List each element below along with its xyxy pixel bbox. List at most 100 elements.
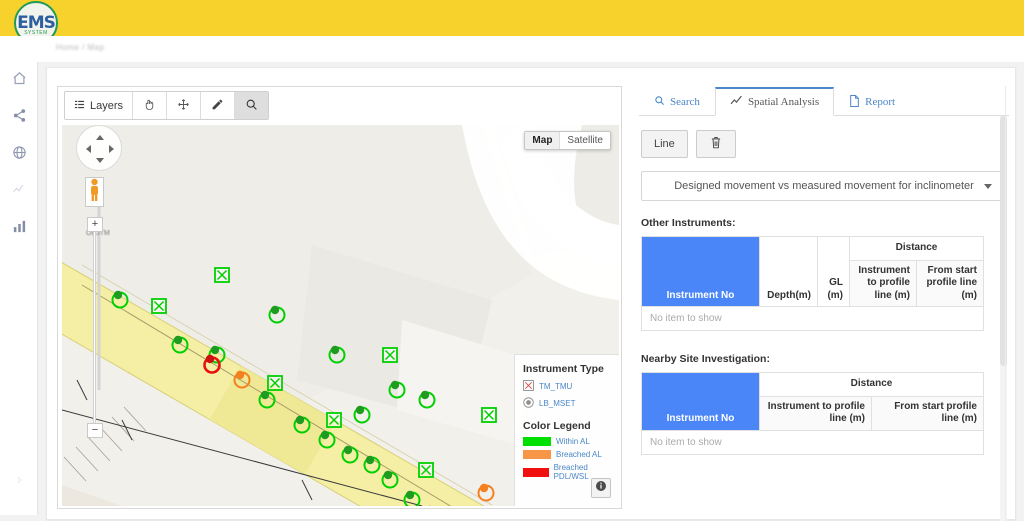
marker-mset-core[interactable] xyxy=(114,291,122,299)
map-canvas[interactable]: Map Satellite xyxy=(62,125,619,506)
nearby-col-group-distance: Distance xyxy=(760,373,984,397)
sidebar-item-network[interactable] xyxy=(0,99,38,136)
share-nodes-icon xyxy=(12,108,27,128)
panel-divider xyxy=(1005,86,1006,521)
trash-icon xyxy=(710,136,722,152)
app-header: EMS SYSTEM xyxy=(0,0,1024,36)
info-circle-icon xyxy=(595,479,607,497)
map-info-button[interactable] xyxy=(591,478,611,498)
tab-search-label: Search xyxy=(670,96,700,108)
marker-mset-core[interactable] xyxy=(261,391,269,399)
marker-mset-core[interactable] xyxy=(384,471,392,479)
nearby-empty-row: No item to show xyxy=(642,430,984,454)
sidebar-item-trend[interactable] xyxy=(0,173,38,210)
panel-tabs: Search Spatial Analysis xyxy=(639,86,1009,116)
pan-tool-button[interactable] xyxy=(167,92,201,119)
tab-report[interactable]: Report xyxy=(834,87,910,116)
zoom-slider-track[interactable] xyxy=(93,232,96,424)
marker-mset-core[interactable] xyxy=(321,431,329,439)
nearby-site-label: Nearby Site Investigation: xyxy=(641,353,1009,365)
sidebar-collapse-toggle[interactable] xyxy=(0,471,38,491)
marker-mset-core[interactable] xyxy=(211,346,219,354)
nearby-site-empty-message: No item to show xyxy=(642,430,984,454)
pan-compass-control[interactable] xyxy=(76,125,122,171)
marker-mset-core[interactable] xyxy=(356,406,364,414)
legend-label-breached-al: Breached AL xyxy=(556,450,602,459)
magnifier-icon xyxy=(245,98,258,114)
line-chart-icon xyxy=(11,182,27,202)
marker-mset-core[interactable] xyxy=(344,446,352,454)
nearby-col-instrument-to-profile-line[interactable]: Instrument to profile line (m) xyxy=(760,396,872,430)
legend-item-tmu: TM_TMU xyxy=(523,380,619,393)
square-x-icon xyxy=(523,380,534,393)
map-panel: Layers xyxy=(57,86,622,509)
map-type-toggle: Map Satellite xyxy=(524,131,611,150)
left-sidebar xyxy=(0,62,38,515)
main-card: Layers xyxy=(46,67,1016,520)
analysis-tool-row: Line xyxy=(641,130,1009,158)
line-chart-icon xyxy=(730,95,743,109)
content-area: Layers xyxy=(38,62,1024,515)
col-depth[interactable]: Depth(m) xyxy=(760,237,818,307)
breadcrumb: Home / Map xyxy=(56,43,105,52)
street-view-pegman-icon xyxy=(88,178,101,207)
col-gl[interactable]: GL (m) xyxy=(818,237,850,307)
line-tool-button[interactable]: Line xyxy=(641,130,688,158)
layers-button[interactable]: Layers xyxy=(65,92,133,119)
marker-mset-core[interactable] xyxy=(296,416,304,424)
col-from-start-profile-line[interactable]: From start profile line (m) xyxy=(917,260,984,307)
legend-label-mset: LB_MSET xyxy=(539,399,575,408)
table-header-group-row: Instrument No Depth(m) GL (m) Distance xyxy=(642,237,984,261)
marker-breached-pdl-core[interactable] xyxy=(206,355,214,363)
color-swatch-orange xyxy=(523,450,551,459)
zoom-out-button[interactable]: − xyxy=(87,423,103,438)
col-instrument-to-profile-line[interactable]: Instrument to profile line (m) xyxy=(850,260,917,307)
other-instruments-label: Other Instruments: xyxy=(641,217,1009,229)
hand-pointer-icon xyxy=(143,98,156,114)
chevron-down-icon xyxy=(984,184,992,189)
layers-label: Layers xyxy=(90,100,123,112)
legend-color-title: Color Legend xyxy=(523,420,619,432)
select-tool-button[interactable] xyxy=(133,92,167,119)
analysis-type-select[interactable]: Designed movement vs measured movement f… xyxy=(641,171,1007,201)
marker-mset-core[interactable] xyxy=(406,491,414,499)
search-tool-button[interactable] xyxy=(235,92,268,119)
sidebar-item-map[interactable] xyxy=(0,136,38,173)
tab-spatial-analysis[interactable]: Spatial Analysis xyxy=(715,87,834,116)
zoom-in-button[interactable]: + xyxy=(87,217,103,232)
nearby-col-from-start-profile-line[interactable]: From start profile line (m) xyxy=(872,396,984,430)
marker-mset-core[interactable] xyxy=(271,306,279,314)
marker-breached-al-core[interactable] xyxy=(236,371,244,379)
sidebar-item-dashboard[interactable] xyxy=(0,210,38,247)
file-icon xyxy=(849,95,860,110)
table-empty-row: No item to show xyxy=(642,307,984,331)
marker-mset-core[interactable] xyxy=(366,456,374,464)
tab-search[interactable]: Search xyxy=(639,87,715,116)
zoom-control: + − xyxy=(87,217,103,232)
nearby-col-instrument-no[interactable]: Instrument No xyxy=(642,373,760,431)
magnifier-icon xyxy=(654,95,665,109)
sidebar-item-home[interactable] xyxy=(0,62,38,99)
draw-tool-button[interactable] xyxy=(201,92,235,119)
marker-mset-core[interactable] xyxy=(421,391,429,399)
marker-mset-core[interactable] xyxy=(391,381,399,389)
marker-breached-al-core[interactable] xyxy=(480,484,488,492)
bar-chart-icon xyxy=(12,219,27,239)
marker-mset-core[interactable] xyxy=(174,336,182,344)
col-instrument-no[interactable]: Instrument No xyxy=(642,237,760,307)
street-view-pegman[interactable] xyxy=(85,177,104,207)
breadcrumb-bar: Home / Map xyxy=(0,36,1024,62)
legend-label-tmu: TM_TMU xyxy=(539,382,572,391)
globe-icon xyxy=(12,145,27,165)
map-type-map-button[interactable]: Map xyxy=(525,132,559,149)
legend-item-breached-al: Breached AL xyxy=(523,450,619,459)
logo-text: EMS xyxy=(17,15,55,32)
map-type-satellite-button[interactable]: Satellite xyxy=(559,132,610,149)
marker-mset-core[interactable] xyxy=(331,346,339,354)
pan-compass-icon xyxy=(77,159,123,176)
pencil-icon xyxy=(211,98,224,114)
circle-dot-icon xyxy=(523,397,534,410)
home-icon xyxy=(12,71,27,91)
map-toolbar: Layers xyxy=(64,91,269,120)
delete-tool-button[interactable] xyxy=(696,130,736,158)
